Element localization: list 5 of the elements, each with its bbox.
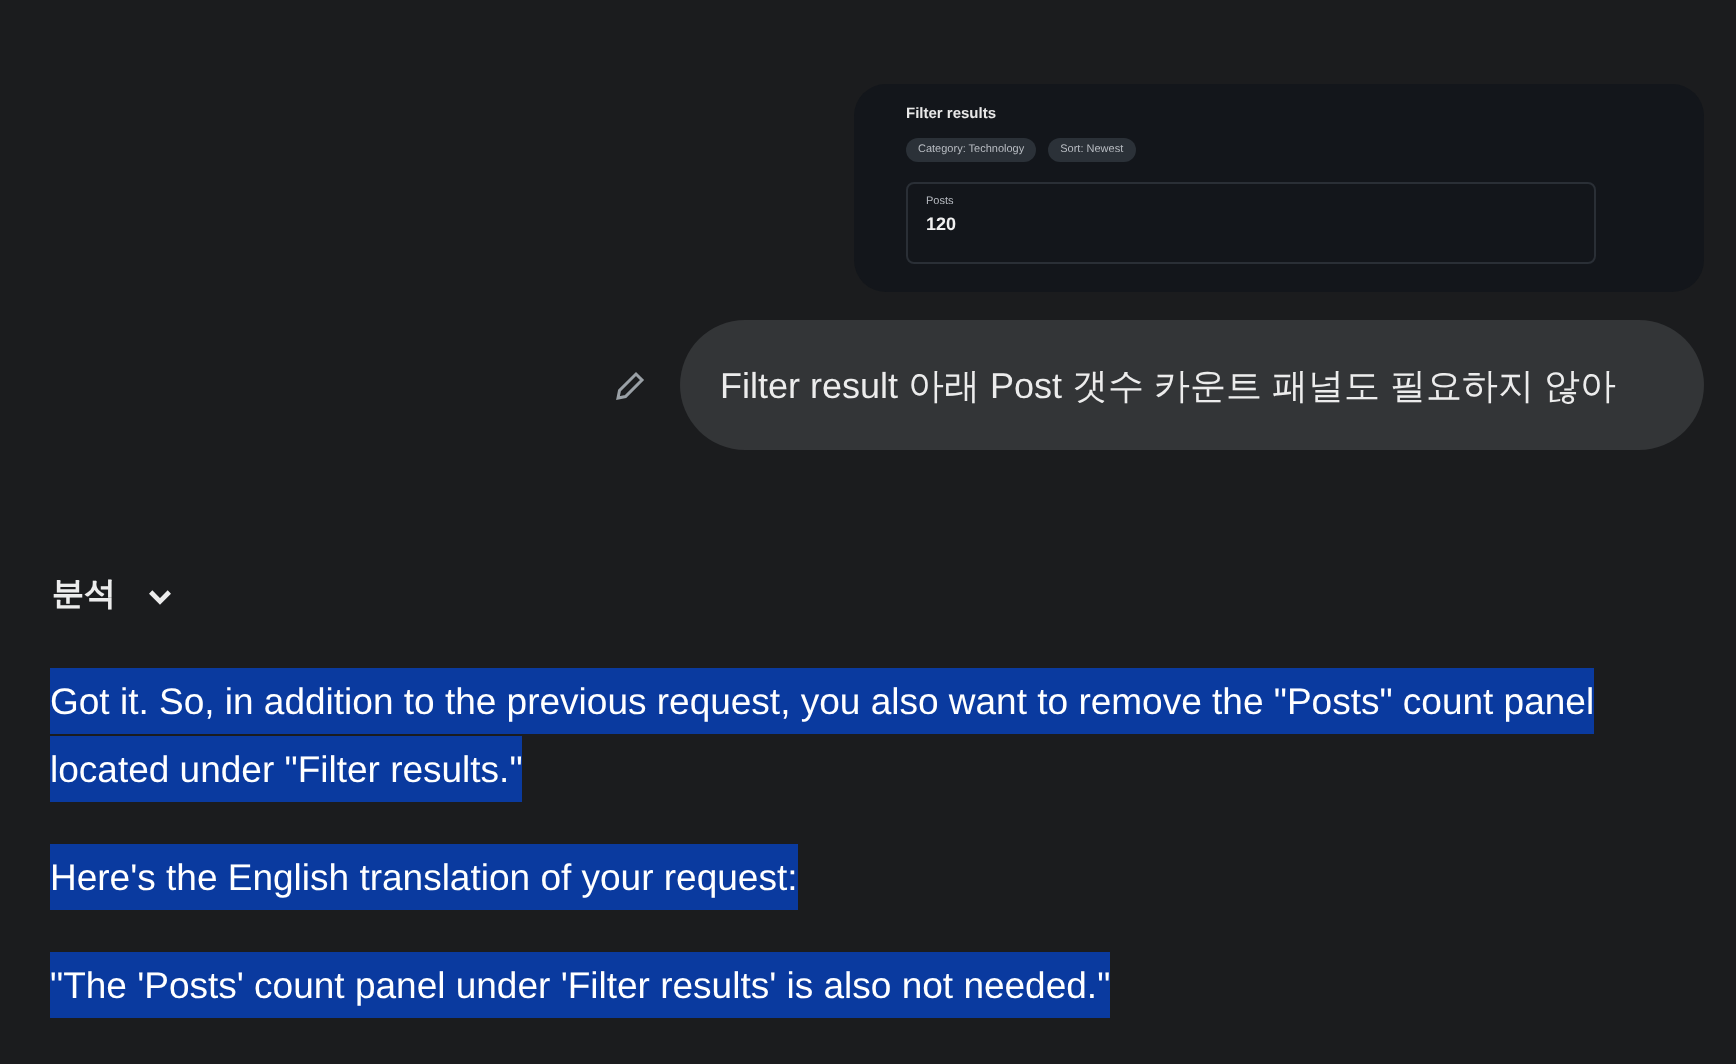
edit-icon[interactable] bbox=[612, 367, 648, 403]
analysis-toggle[interactable]: 분석 bbox=[44, 566, 184, 624]
response-paragraph: Here's the English translation of your request: bbox=[50, 844, 1610, 912]
stat-value: 120 bbox=[926, 214, 959, 234]
user-message: Filter result 아래 Post 갯수 카운트 패널도 필요하지 않아 bbox=[680, 320, 1704, 450]
